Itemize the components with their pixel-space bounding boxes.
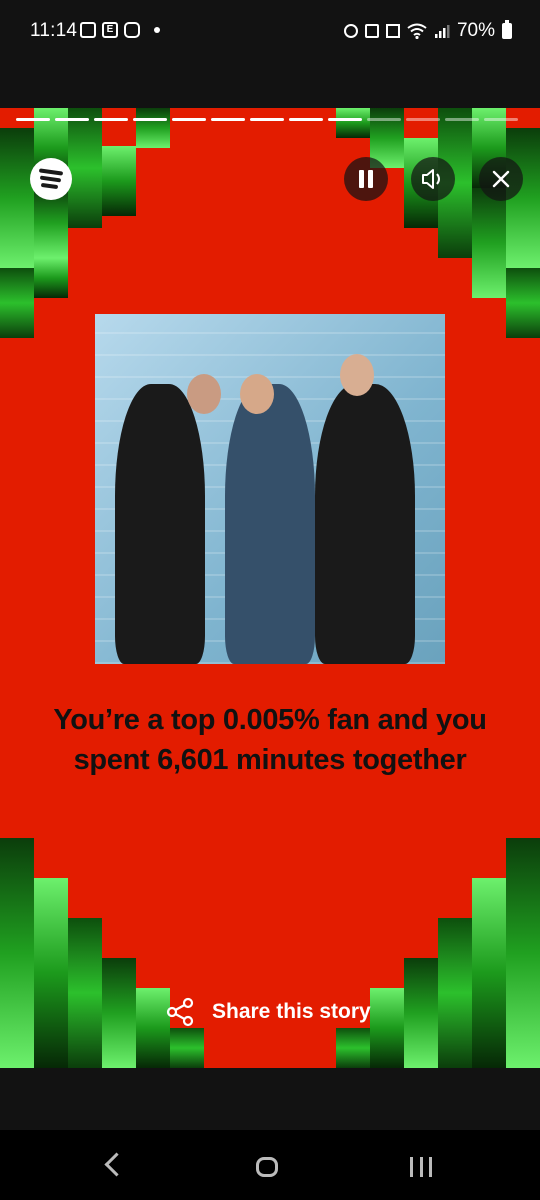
close-icon: [492, 170, 510, 188]
progress-segment: [367, 118, 401, 121]
progress-segment: [211, 118, 245, 121]
speaker-icon: [422, 169, 440, 189]
mute-icon: [385, 24, 400, 38]
sound-button[interactable]: [411, 157, 455, 201]
share-story-button[interactable]: Share this story: [164, 994, 371, 1030]
pause-button[interactable]: [344, 157, 388, 201]
battery-icon: [502, 20, 512, 39]
story-card[interactable]: You’re a top 0.005% fan and you spent 6,…: [0, 108, 540, 1068]
instagram-icon: [124, 22, 140, 38]
progress-segment: [289, 118, 323, 121]
wifi-icon: [407, 23, 427, 39]
more-notifications-icon: [154, 27, 160, 33]
status-bar: 11:14 E 70%: [0, 0, 540, 62]
alarm-icon: [343, 24, 358, 38]
progress-segment: [172, 118, 206, 121]
story-headline: You’re a top 0.005% fan and you spent 6,…: [53, 704, 487, 776]
progress-segment: [94, 118, 128, 121]
system-icons: 70%: [343, 20, 512, 42]
gallery-icon: [80, 22, 96, 38]
share-icon: [166, 997, 194, 1027]
progress-segment: [55, 118, 89, 121]
progress-segment: [406, 118, 440, 121]
progress-segment: [16, 118, 50, 121]
recent-apps-icon[interactable]: [410, 1157, 432, 1177]
share-label: Share this story: [212, 1000, 371, 1023]
bluetooth-icon: [364, 24, 379, 38]
navigation-bar: [0, 1130, 540, 1200]
progress-segment: [484, 118, 518, 121]
progress-segment: [445, 118, 479, 121]
progress-segment: [133, 118, 167, 121]
back-icon[interactable]: [104, 1152, 129, 1177]
progress-segment: [328, 118, 362, 121]
e-app-icon: E: [102, 22, 118, 38]
artist-photo: [95, 314, 445, 664]
notification-icons: E: [80, 22, 160, 38]
spotify-logo-icon: [30, 158, 72, 200]
status-time: 11:14: [30, 20, 78, 41]
close-button[interactable]: [479, 157, 523, 201]
home-icon[interactable]: [256, 1157, 278, 1177]
battery-percent: 70%: [456, 20, 495, 41]
signal-icon: [434, 25, 450, 38]
story-progress-bar: [16, 118, 518, 121]
progress-segment: [250, 118, 284, 121]
